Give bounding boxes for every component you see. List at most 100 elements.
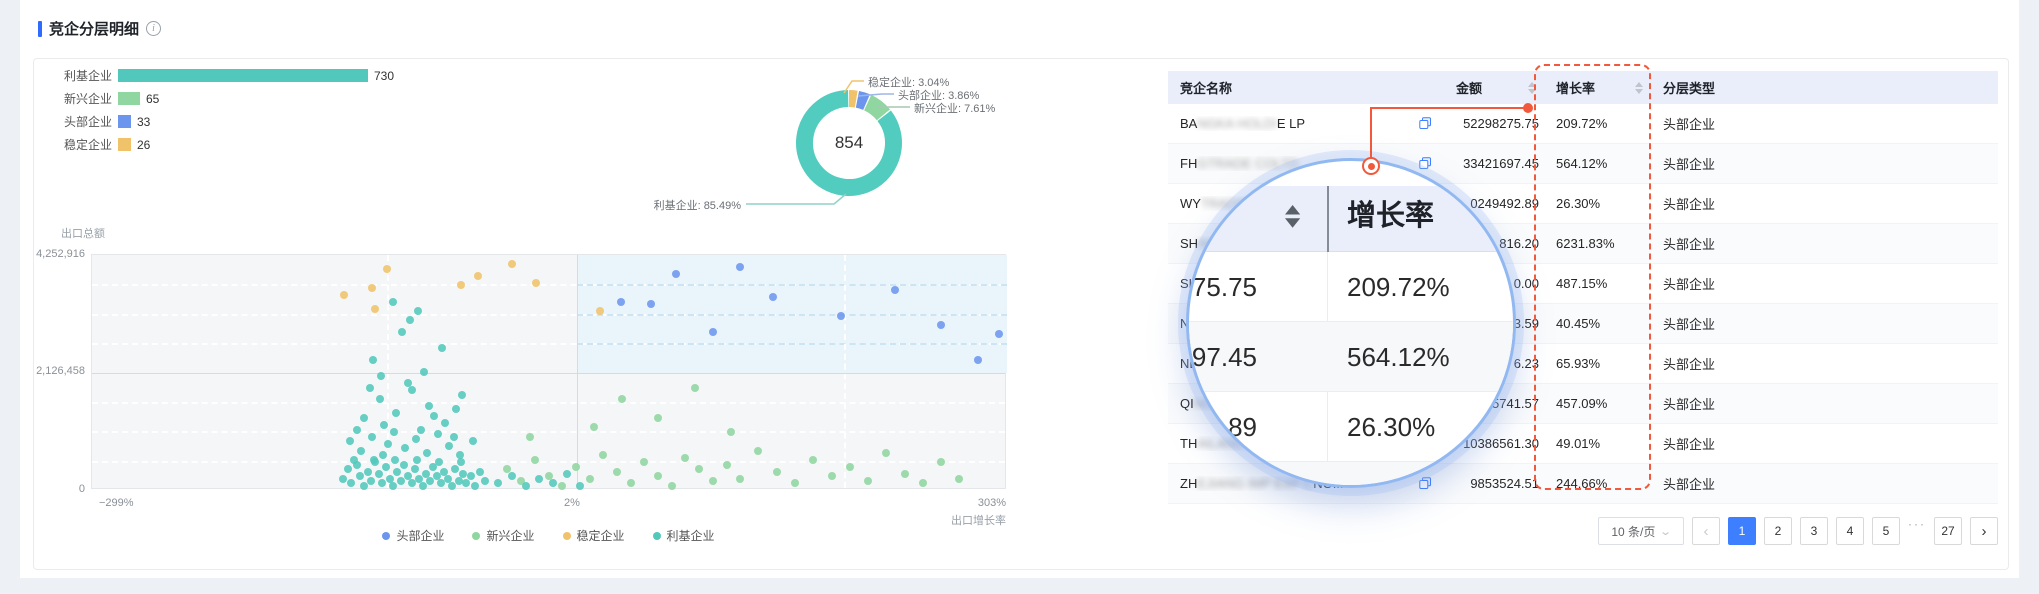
quadrant-divider-horizontal bbox=[92, 373, 1005, 374]
scatter-point-利基企业 bbox=[368, 432, 377, 441]
scatter-point-利基企业 bbox=[389, 481, 398, 490]
page-button-2[interactable]: 2 bbox=[1764, 517, 1792, 545]
scatter-point-利基企业 bbox=[576, 481, 585, 490]
scatter-point-利基企业 bbox=[405, 316, 414, 325]
column-header-tier: 分层类型 bbox=[1663, 81, 1716, 96]
scatter-point-新兴企业 bbox=[754, 446, 763, 455]
prev-page-button[interactable]: ‹ bbox=[1692, 517, 1720, 545]
cell-company-name: BA NGKA HOLDI E LP bbox=[1168, 116, 1444, 131]
donut-callout-emerging: 新兴企业: 7.61% bbox=[914, 103, 996, 115]
page-button-5[interactable]: 5 bbox=[1872, 517, 1900, 545]
scatter-point-利基企业 bbox=[462, 479, 471, 488]
bar-category-label: 利基企业 bbox=[63, 69, 112, 83]
scatter-point-头部企业 bbox=[973, 355, 982, 364]
scatter-point-头部企业 bbox=[736, 262, 745, 271]
page-button-4[interactable]: 4 bbox=[1836, 517, 1864, 545]
sort-amount-icon[interactable] bbox=[1528, 81, 1536, 94]
bar-value: 33 bbox=[137, 114, 151, 129]
cell-tier: 头部企业 bbox=[1663, 197, 1716, 212]
scatter-point-利基企业 bbox=[494, 479, 503, 488]
legend-item-头部企业[interactable]: 头部企业 bbox=[382, 527, 444, 544]
page-title: 竞企分层明细 bbox=[49, 21, 140, 38]
page-size-select[interactable]: 10 条/页 ⌄ bbox=[1598, 517, 1684, 545]
cell-growth: 457.09% bbox=[1556, 396, 1608, 411]
page-ellipsis: ··· bbox=[1908, 517, 1926, 531]
scatter-point-新兴企业 bbox=[882, 449, 891, 458]
cell-tier: 头部企业 bbox=[1663, 317, 1716, 332]
copy-icon[interactable] bbox=[1419, 117, 1432, 130]
page-button-3[interactable]: 3 bbox=[1800, 517, 1828, 545]
scatter-point-利基企业 bbox=[425, 477, 434, 485]
scatter-point-新兴企业 bbox=[526, 432, 535, 441]
scatter-ytick-mid: 2,126,458 bbox=[36, 365, 85, 377]
scatter-point-头部企业 bbox=[616, 297, 625, 306]
cell-tier: 头部企业 bbox=[1663, 117, 1716, 132]
sort-growth-icon[interactable] bbox=[1635, 81, 1643, 94]
cell-tier: 头部企业 bbox=[1663, 477, 1716, 492]
bar-category-label: 稳定企业 bbox=[63, 138, 112, 152]
cell-growth: 244.66% bbox=[1556, 476, 1608, 491]
page-size-label: 10 条/页 bbox=[1611, 524, 1656, 539]
dashboard-page: 竞企分层明细 i 利基企业 730 新兴企业 65 头部企业 33 稳定企业 26 854 稳… bbox=[0, 0, 2039, 594]
scatter-point-利基企业 bbox=[377, 372, 386, 381]
lens-amount-fragment: 89 bbox=[1228, 412, 1257, 442]
scatter-point-新兴企业 bbox=[695, 465, 704, 474]
scatter-point-利基企业 bbox=[430, 411, 439, 420]
legend-label: 利基企业 bbox=[666, 529, 715, 543]
info-icon[interactable]: i bbox=[146, 21, 162, 36]
scatter-point-利基企业 bbox=[360, 414, 369, 423]
bar-row-3: 头部企业 33 bbox=[54, 114, 151, 130]
scatter-point-头部企业 bbox=[646, 299, 655, 308]
scatter-point-利基企业 bbox=[441, 418, 450, 427]
scatter-point-新兴企业 bbox=[955, 474, 964, 483]
bar bbox=[118, 69, 368, 82]
lens-amount-fragment bbox=[1189, 462, 1257, 485]
scatter-point-新兴企业 bbox=[791, 479, 799, 488]
scatter-xtick-mid: 2% bbox=[564, 497, 580, 509]
scatter-point-稳定企业 bbox=[371, 304, 380, 313]
legend-dot bbox=[472, 531, 481, 540]
cell-growth: 65.93% bbox=[1556, 356, 1601, 371]
scatter-point-稳定企业 bbox=[474, 271, 483, 280]
legend-item-稳定企业[interactable]: 稳定企业 bbox=[562, 527, 625, 544]
cell-tier: 头部企业 bbox=[1663, 237, 1716, 252]
scatter-point-利基企业 bbox=[367, 477, 376, 485]
scatter-point-利基企业 bbox=[355, 472, 364, 481]
scatter-point-利基企业 bbox=[434, 458, 443, 467]
legend-label: 新兴企业 bbox=[486, 529, 535, 543]
scatter-point-利基企业 bbox=[449, 432, 458, 441]
scatter-point-利基企业 bbox=[413, 456, 422, 465]
cell-growth: 564.12% bbox=[1556, 156, 1608, 171]
scatter-point-新兴企业 bbox=[918, 479, 927, 488]
legend-item-利基企业[interactable]: 利基企业 bbox=[652, 527, 715, 544]
legend-item-新兴企业[interactable]: 新兴企业 bbox=[472, 527, 535, 544]
cell-tier: 头部企业 bbox=[1663, 357, 1716, 372]
copy-icon[interactable] bbox=[1419, 157, 1432, 170]
scatter-point-头部企业 bbox=[769, 292, 778, 301]
scatter-point-稳定企业 bbox=[368, 283, 377, 292]
bar-category-label: 新兴企业 bbox=[63, 92, 112, 106]
scatter-point-稳定企业 bbox=[456, 281, 465, 290]
scatter-point-利基企业 bbox=[444, 442, 453, 451]
bar-row-4: 稳定企业 26 bbox=[54, 137, 150, 153]
scatter-point-头部企业 bbox=[937, 320, 946, 329]
page-button-27[interactable]: 27 bbox=[1934, 517, 1962, 545]
scatter-point-新兴企业 bbox=[571, 463, 580, 472]
bar-category-label: 头部企业 bbox=[63, 115, 112, 129]
bar bbox=[118, 138, 131, 151]
scatter-point-利基企业 bbox=[535, 474, 544, 483]
cell-growth: 6231.83% bbox=[1556, 236, 1615, 251]
page-button-1[interactable]: 1 bbox=[1728, 517, 1756, 545]
scatter-point-利基企业 bbox=[381, 463, 390, 472]
scatter-point-利基企业 bbox=[352, 425, 361, 434]
scatter-point-新兴企业 bbox=[900, 470, 909, 479]
scatter-point-利基企业 bbox=[412, 435, 421, 444]
table-row[interactable]: BA NGKA HOLDI E LP 52298275.75 209.72% 头部企业 bbox=[1168, 104, 1998, 144]
scatter-point-新兴企业 bbox=[640, 458, 649, 467]
scatter-point-利基企业 bbox=[507, 472, 516, 481]
cell-growth: 49.01% bbox=[1556, 436, 1601, 451]
scatter-point-利基企业 bbox=[424, 402, 433, 411]
scatter-point-新兴企业 bbox=[708, 477, 717, 485]
next-page-button[interactable]: › bbox=[1970, 517, 1998, 545]
column-header-name: 竞企名称 bbox=[1180, 81, 1233, 96]
